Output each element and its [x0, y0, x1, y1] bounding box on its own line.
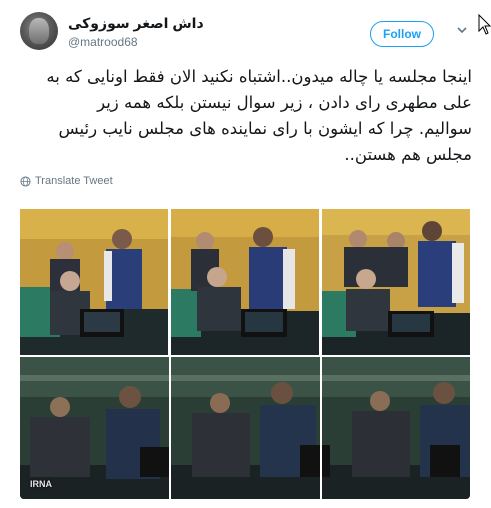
globe-icon — [20, 175, 31, 187]
photo-panel-2[interactable] — [171, 209, 319, 355]
photo-panel-3[interactable] — [322, 209, 470, 355]
tweet-line: علی مطهری رای دادن ، زیر سوال نیستن بلکه… — [97, 93, 472, 112]
mouse-cursor-icon — [478, 14, 491, 35]
tweet-line: سوالیم. چرا که ایشون با رای نماینده های … — [58, 119, 472, 138]
tweet-line: اینجا مجلسه یا چاله میدون..اشتباه نکنید … — [46, 67, 472, 86]
author-name[interactable]: داش اصغر سوزوکی — [68, 15, 204, 32]
author-avatar[interactable] — [20, 12, 58, 50]
follow-button[interactable]: Follow — [370, 21, 434, 47]
author-handle[interactable]: @matrood68 — [68, 35, 138, 49]
tweet-line: مجلس هم هستن.. — [344, 145, 472, 164]
tweet-text: اینجا مجلسه یا چاله میدون..اشتباه نکنید … — [16, 64, 472, 168]
photo-panel-1[interactable] — [20, 209, 168, 355]
photo-watermark: IRNA — [30, 479, 52, 489]
tweet-media[interactable]: IRNA — [20, 197, 470, 499]
chevron-down-icon[interactable] — [456, 24, 468, 36]
photo-panel-4[interactable] — [20, 357, 470, 499]
translate-tweet-link[interactable]: Translate Tweet — [20, 175, 113, 187]
translate-label: Translate Tweet — [35, 175, 113, 187]
